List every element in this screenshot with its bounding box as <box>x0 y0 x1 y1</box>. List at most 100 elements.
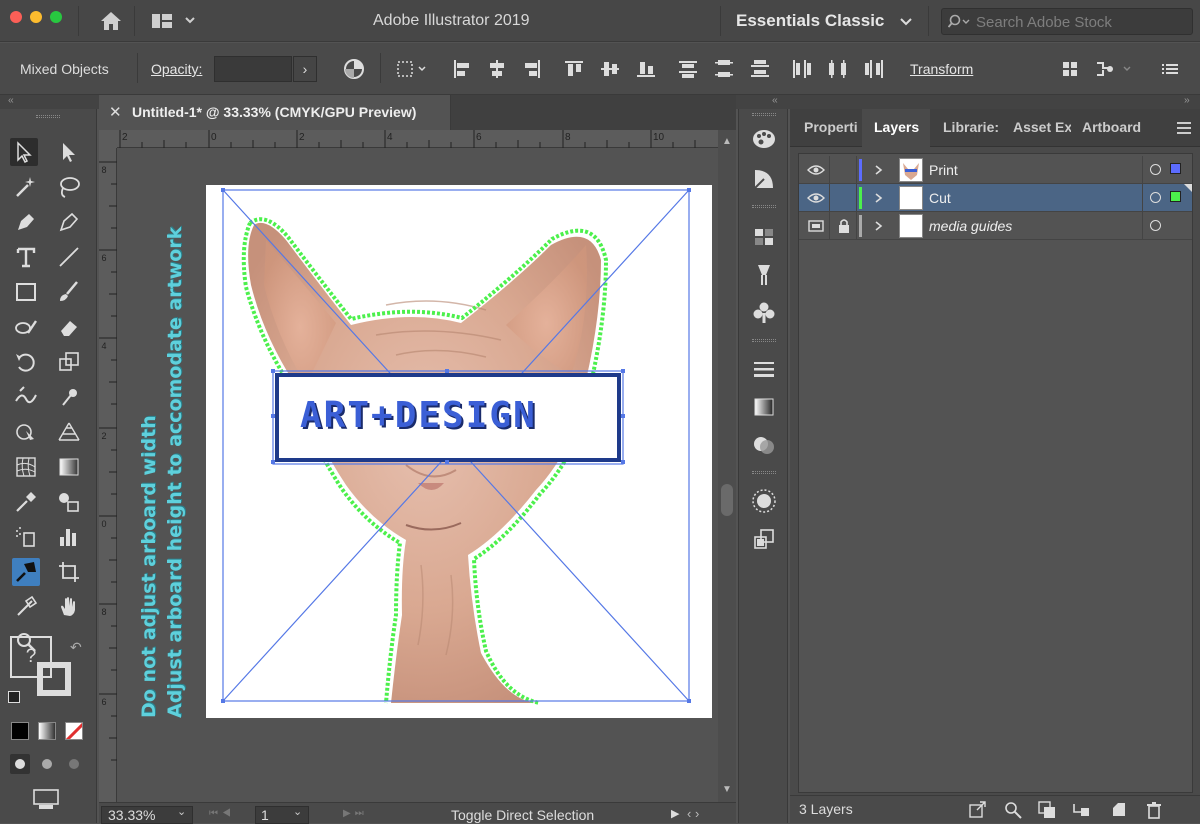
expand-panels-icon[interactable]: ›› <box>1184 95 1190 106</box>
type-tool-icon[interactable] <box>12 243 40 271</box>
create-new-layer-icon[interactable] <box>1109 800 1129 820</box>
transform-link[interactable]: Transform <box>910 61 973 77</box>
shaper-tool-icon[interactable] <box>12 313 40 341</box>
chevron-down-icon[interactable] <box>898 13 914 29</box>
layer-row-media-guides[interactable]: media guides <box>799 212 1192 240</box>
status-tool-hint[interactable]: Toggle Direct Selection <box>451 807 594 823</box>
horizontal-ruler[interactable]: 2 0 2 4 6 8 10 <box>117 130 718 148</box>
color-palette-icon[interactable] <box>750 125 778 153</box>
chevron-down-icon[interactable]: ⌄ <box>177 805 186 818</box>
vertical-distribute-center-icon[interactable] <box>710 55 738 83</box>
locate-object-icon[interactable] <box>1003 800 1023 820</box>
layer-row-cut[interactable]: Cut <box>799 184 1192 212</box>
symbol-sprayer-tool-icon[interactable] <box>12 523 40 551</box>
visibility-eye-icon[interactable] <box>804 156 828 184</box>
perspective-grid-tool-icon[interactable] <box>55 418 83 446</box>
opacity-input[interactable] <box>214 56 292 82</box>
default-fill-stroke-icon[interactable] <box>8 691 20 703</box>
vertical-ruler[interactable]: 8 6 4 2 0 8 6 <box>99 148 117 802</box>
window-maximize-button[interactable] <box>50 11 62 23</box>
export-for-screens-icon[interactable] <box>968 800 988 820</box>
draw-behind-icon[interactable] <box>37 754 57 774</box>
expand-arrow-icon[interactable] <box>871 190 885 206</box>
warp-tool-icon[interactable] <box>12 383 40 411</box>
puppet-warp-icon[interactable] <box>1092 55 1138 83</box>
artboard-tool-icon[interactable] <box>55 558 83 586</box>
none-mode-icon[interactable] <box>65 722 83 740</box>
tab-libraries[interactable]: Librarie: <box>943 119 1001 135</box>
horizontal-align-right-icon[interactable] <box>518 55 546 83</box>
horizontal-align-left-icon[interactable] <box>448 55 476 83</box>
lock-toggle[interactable] <box>829 184 857 212</box>
logo-text[interactable]: ART+DESIGN <box>300 395 537 436</box>
swatches-icon[interactable] <box>750 223 778 251</box>
vertical-align-top-icon[interactable] <box>560 55 588 83</box>
hand-tool-icon[interactable] <box>55 593 83 621</box>
align-to-icon[interactable] <box>395 55 431 83</box>
curvature-tool-icon[interactable] <box>55 208 83 236</box>
stroke-swatch[interactable] <box>37 662 71 696</box>
vertical-align-bottom-icon[interactable] <box>632 55 660 83</box>
expand-arrow-icon[interactable] <box>871 162 885 178</box>
canvas-area[interactable]: 2 0 2 4 6 8 10 8 6 4 2 0 8 6 ART+DESIGN … <box>99 130 736 802</box>
workspace-switcher[interactable]: Essentials Classic <box>736 11 884 31</box>
color-mode-icon[interactable] <box>11 722 29 740</box>
tab-layers[interactable]: Layers <box>874 119 926 135</box>
window-minimize-button[interactable] <box>30 11 42 23</box>
scale-tool-icon[interactable] <box>55 348 83 376</box>
tab-asset-export[interactable]: Asset Ex <box>1013 119 1071 135</box>
eyedropper-tool-icon[interactable] <box>12 488 40 516</box>
opacity-dropdown-button[interactable]: › <box>293 56 317 82</box>
rectangle-tool-icon[interactable] <box>12 278 40 306</box>
line-segment-tool-icon[interactable] <box>55 243 83 271</box>
vertical-distribute-bottom-icon[interactable] <box>746 55 774 83</box>
layer-target-icon[interactable] <box>1150 192 1161 203</box>
eraser-tool-icon[interactable] <box>55 313 83 341</box>
opacity-label[interactable]: Opacity: <box>151 61 202 77</box>
stock-search-field[interactable] <box>941 8 1193 35</box>
gradient-mode-icon[interactable] <box>38 722 56 740</box>
symbols-icon[interactable] <box>750 299 778 327</box>
scrollbar-thumb[interactable] <box>721 484 733 516</box>
layer-target-icon[interactable] <box>1150 164 1161 175</box>
layer-name[interactable]: media guides <box>929 218 1012 234</box>
artboard[interactable]: ART+DESIGN <box>206 185 712 718</box>
color-guide-icon[interactable] <box>750 165 778 193</box>
vertical-distribute-top-icon[interactable] <box>674 55 702 83</box>
horizontal-distribute-center-icon[interactable] <box>824 55 852 83</box>
collapse-toolbar-icon[interactable]: ‹‹ <box>8 95 14 106</box>
delete-layer-icon[interactable] <box>1144 800 1164 820</box>
horizontal-distribute-right-icon[interactable] <box>860 55 888 83</box>
visibility-outline-icon[interactable] <box>804 212 828 240</box>
close-icon[interactable]: ✕ <box>109 103 122 121</box>
recolor-artwork-icon[interactable] <box>340 55 368 83</box>
lock-icon[interactable] <box>829 212 857 240</box>
vertical-align-center-icon[interactable] <box>596 55 624 83</box>
next-last-artboard-icons[interactable]: ▶⏭ <box>343 808 368 819</box>
brushes-icon[interactable] <box>750 261 778 289</box>
magic-wand-tool-icon[interactable] <box>12 173 40 201</box>
search-input[interactable] <box>976 12 1186 32</box>
gradient-tool-icon[interactable] <box>55 453 83 481</box>
selection-tool-icon[interactable] <box>10 138 38 166</box>
layer-target-icon[interactable] <box>1150 220 1161 231</box>
chevron-down-icon[interactable]: ⌄ <box>293 805 302 818</box>
horizontal-align-center-icon[interactable] <box>483 55 511 83</box>
home-icon[interactable] <box>98 9 124 33</box>
layer-selection-indicator[interactable] <box>1170 163 1181 174</box>
puppet-warp-tool-icon[interactable] <box>55 383 83 411</box>
slice-tool-icon[interactable] <box>12 558 40 586</box>
control-bar-menu-icon[interactable] <box>1156 55 1184 83</box>
blend-tool-icon[interactable] <box>55 488 83 516</box>
scissors-tool-icon[interactable] <box>12 593 40 621</box>
arrange-documents-button[interactable] <box>150 9 200 33</box>
stroke-panel-icon[interactable] <box>750 355 778 383</box>
layer-selection-indicator[interactable] <box>1170 191 1181 202</box>
tab-artboards[interactable]: Artboard <box>1082 119 1162 135</box>
draw-inside-icon[interactable] <box>64 754 84 774</box>
shape-builder-tool-icon[interactable] <box>12 418 40 446</box>
document-tab[interactable]: ✕ Untitled-1* @ 33.33% (CMYK/GPU Preview… <box>99 95 451 130</box>
screen-mode-icon[interactable] <box>31 787 63 811</box>
transparency-icon[interactable] <box>750 431 778 459</box>
first-previous-artboard-icons[interactable]: ⏮◀ <box>209 808 235 819</box>
